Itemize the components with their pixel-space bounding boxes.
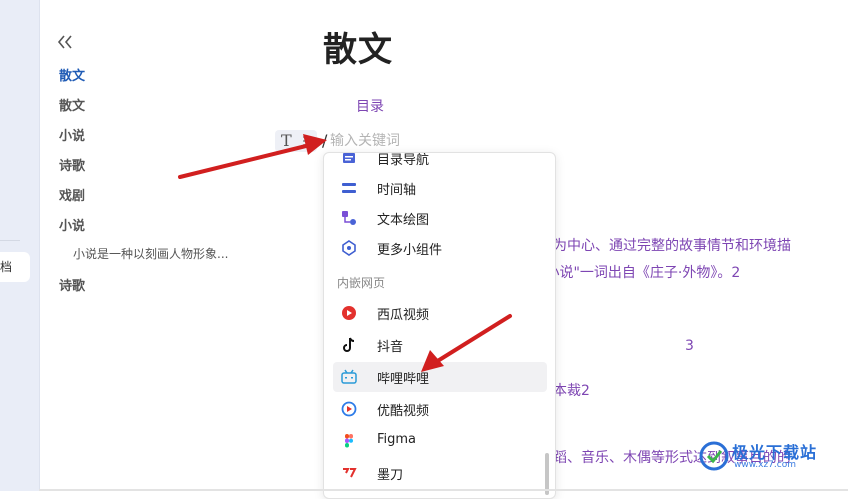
dropdown-item-label: 时间轴 [377,183,417,198]
outline-item-prose-active[interactable]: 散文 [59,65,85,84]
sidebar-selected-item[interactable]: 档 [0,252,30,282]
dropdown-item-xigua[interactable]: 西瓜视频 [333,298,547,328]
document-title: 散文 [323,30,393,70]
dropdown-item-label: 优酷视频 [377,404,430,419]
timeline-icon [342,183,356,193]
xigua-video-icon [342,306,356,320]
text-drawing-icon [342,211,356,225]
dropdown-item-label: 墨刀 [377,468,404,483]
dropdown-item-bilibili[interactable]: 哔哩哔哩 [333,362,547,392]
slash-command-char: / [322,131,328,150]
dropdown-item-timeline[interactable]: 时间轴 [333,173,547,203]
app-sidebar-strip: 档 [0,0,40,491]
dropdown-item-label: 哔哩哔哩 [377,372,430,387]
dropdown-section-embed: 内嵌网页 [337,276,386,290]
outline-item-prose[interactable]: 散文 [59,95,85,114]
outline-item-poetry[interactable]: 诗歌 [59,155,85,174]
site-watermark: 极光下载站 www.xz7.com [698,436,846,476]
dropdown-item-text-drawing[interactable]: 文本绘图 [333,203,547,233]
outline-item-novel-2[interactable]: 小说 [59,215,85,234]
figma-icon [345,434,353,448]
dropdown-item-label: 西瓜视频 [377,308,430,323]
dropdown-item-label: Figma [377,432,417,447]
dropdown-item-label: 目录导航 [377,153,430,168]
toc-link[interactable]: 目录 [356,96,384,116]
body-text-line: 本裁2 [553,383,590,399]
youku-icon [341,401,357,417]
insert-block-dropdown: 目录导航 时间轴 文本绘图 更多小组件 内嵌网页 西瓜视频 抖音 哔哩哔哩 优酷… [323,152,556,499]
drag-handle-icon[interactable] [302,135,310,147]
douyin-icon [343,337,355,352]
dropdown-item-douyin[interactable]: 抖音 [333,330,547,360]
widgets-icon [342,240,356,256]
dropdown-item-youku[interactable]: 优酷视频 [333,394,547,424]
body-text-line: "小说"一词出自《庄子·外物》。2 [539,265,741,281]
dropdown-item-toc-nav[interactable]: 目录导航 [333,153,547,173]
watermark-url: www.xz7.com [734,460,796,470]
collapse-outline-icon[interactable] [56,33,74,51]
body-text-line: 为中心、通过完整的故事情节和环境描 [553,238,791,254]
outline-item-drama[interactable]: 戏剧 [59,185,85,204]
dropdown-item-label: 文本绘图 [377,213,430,228]
body-text-line: 3 [685,338,694,354]
text-block-icon: T [281,131,292,150]
dropdown-item-label: 抖音 [377,340,404,355]
dropdown-item-modao[interactable]: 墨刀 [333,458,547,488]
outline-item-novel-sub[interactable]: 小说是一种以刻画人物形象... [73,245,228,262]
bilibili-icon [341,369,357,384]
sidebar-divider [0,240,20,241]
toc-nav-icon [343,153,355,163]
dropdown-item-more-widgets[interactable]: 更多小组件 [333,233,547,263]
watermark-logo-icon [699,441,729,471]
block-type-button[interactable]: T [275,130,317,152]
keyword-search-input[interactable] [330,130,450,152]
outline-item-novel[interactable]: 小说 [59,125,85,144]
outline-item-poetry-2[interactable]: 诗歌 [59,275,85,294]
modao-icon [343,468,357,478]
dropdown-item-figma[interactable]: Figma [333,426,547,456]
dropdown-item-label: 更多小组件 [377,243,443,258]
